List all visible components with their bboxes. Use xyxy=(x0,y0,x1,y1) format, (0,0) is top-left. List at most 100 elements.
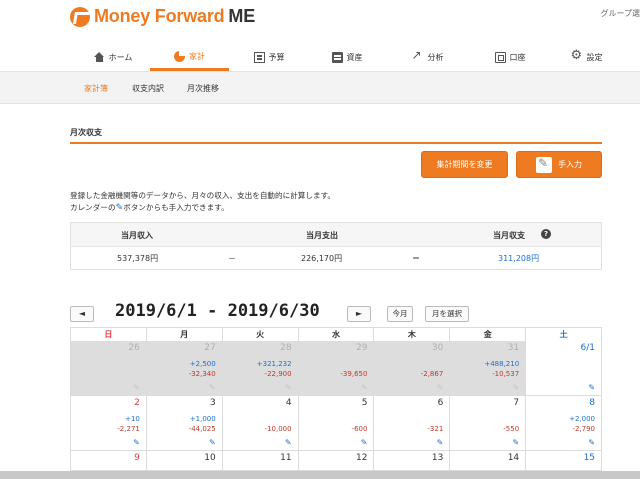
day-income: +321,232 xyxy=(256,360,292,368)
tab-settings-label: 設定 xyxy=(586,53,603,62)
day-expense: -2,867 xyxy=(420,370,444,378)
subtab-breakdown[interactable]: 収支内訳 xyxy=(132,83,164,94)
day-number: 26 xyxy=(128,343,140,353)
tab-assets[interactable]: 資産 xyxy=(312,44,382,71)
account-icon xyxy=(494,52,506,63)
day-expense: -32,340 xyxy=(188,370,216,378)
this-month-button[interactable]: 今月 xyxy=(387,306,413,322)
calendar-day-cell[interactable]: 10 xyxy=(146,451,223,471)
tab-budget[interactable]: 予算 xyxy=(234,44,304,71)
day-number: 27 xyxy=(204,343,216,353)
day-number: 28 xyxy=(280,343,292,353)
tab-accounts[interactable]: 口座 xyxy=(475,44,545,71)
group-select-link[interactable]: グループ選 xyxy=(600,8,640,19)
pie-chart-icon xyxy=(174,50,185,62)
subtab-kakeibo[interactable]: 家計簿 xyxy=(84,83,108,94)
day-number: 7 xyxy=(513,398,520,408)
calendar-day-cell[interactable]: 31 +488,210 -10,537 ✎ xyxy=(450,341,527,396)
section-divider xyxy=(70,142,602,144)
tab-home-label: ホーム xyxy=(108,53,133,62)
calendar-day-cell[interactable]: 3 +1,000 -44,025 ✎ xyxy=(146,396,223,451)
calendar-day-cell[interactable]: 11 xyxy=(222,451,299,471)
calendar-day-cell[interactable]: 12 xyxy=(298,451,375,471)
brand-logo[interactable]: Money Forward ME xyxy=(70,6,255,27)
prev-month-button[interactable]: ◄ xyxy=(70,306,94,322)
pencil-icon[interactable]: ✎ xyxy=(285,438,292,447)
calendar-day-cell[interactable]: 8 +2,000 -2,790 ✎ xyxy=(526,396,603,451)
income-label: 当月収入 xyxy=(121,231,153,240)
asset-icon xyxy=(331,52,343,63)
day-income: +2,500 xyxy=(189,360,216,368)
pencil-icon[interactable]: ✎ xyxy=(209,383,216,392)
calendar-body: 26 ✎ 27 +2,500 -32,340 ✎ 28 +321,232 -22,900 ✎ 29-… xyxy=(70,341,603,471)
pencil-icon: ✎ xyxy=(115,203,124,213)
main-nav: ホーム 家計 予算 資産 分析 口座 設定 xyxy=(0,44,640,71)
day-number: 31 xyxy=(507,343,520,353)
calendar-day-cell[interactable]: 6 -321 ✎ xyxy=(374,396,451,451)
calendar: 日 月 火 水 木 金 土 26 ✎ 27 +2,500 -32,340 ✎ 28 +321,… xyxy=(70,327,603,471)
help-icon[interactable]: ? xyxy=(541,229,551,239)
day-number: 12 xyxy=(355,453,368,463)
pencil-icon[interactable]: ✎ xyxy=(588,438,595,447)
next-month-button[interactable]: ► xyxy=(347,306,371,322)
pencil-icon[interactable]: ✎ xyxy=(437,383,444,392)
pencil-icon[interactable]: ✎ xyxy=(512,383,519,392)
expense-value: 226,170円 xyxy=(301,254,343,263)
calendar-day-cell[interactable]: 28 +321,232 -22,900 ✎ xyxy=(222,341,299,396)
pencil-icon[interactable]: ✎ xyxy=(133,438,140,447)
subtab-monthly-trend[interactable]: 月次推移 xyxy=(187,83,219,94)
day-number: 9 xyxy=(134,453,140,463)
weekday-mon: 月 xyxy=(147,328,223,341)
tab-home[interactable]: ホーム xyxy=(78,44,148,71)
calendar-day-cell[interactable]: 29 -39,650 ✎ xyxy=(298,341,375,396)
day-expense: -10,000 xyxy=(264,425,292,433)
calendar-day-cell[interactable]: 2 +10 -2,271 ✎ xyxy=(71,396,147,451)
pencil-icon[interactable]: ✎ xyxy=(512,438,519,447)
tab-budget-label: 予算 xyxy=(268,53,285,62)
calendar-day-cell[interactable]: 5 -600 ✎ xyxy=(298,396,375,451)
calendar-day-cell[interactable]: 15 xyxy=(526,451,603,471)
select-month-button[interactable]: 月を選択 xyxy=(425,306,469,322)
day-number: 2 xyxy=(134,398,140,408)
pencil-icon[interactable]: ✎ xyxy=(361,383,368,392)
day-expense: -10,537 xyxy=(492,370,520,378)
bottom-scrollbar[interactable] xyxy=(0,471,640,479)
calendar-day-cell[interactable]: 26 ✎ xyxy=(71,341,147,396)
calendar-day-cell[interactable]: 27 +2,500 -32,340 ✎ xyxy=(146,341,223,396)
budget-icon xyxy=(253,52,265,63)
pencil-icon[interactable]: ✎ xyxy=(285,383,292,392)
calendar-day-cell[interactable]: 13 xyxy=(374,451,451,471)
calendar-period-title: 2019/6/1 - 2019/6/30 xyxy=(115,301,320,321)
calendar-day-cell[interactable]: 9 xyxy=(71,451,147,471)
calendar-day-cell[interactable]: 30 -2,867 ✎ xyxy=(374,341,451,396)
day-number: 6 xyxy=(437,398,444,408)
brand-name: Money Forward ME xyxy=(94,6,256,26)
calendar-day-cell[interactable]: 6/1 ✎ xyxy=(526,341,603,396)
calendar-week-row: 2 +10 -2,271 ✎ 3 +1,000 -44,025 ✎ 4 -10,000 ✎ 5 -600… xyxy=(70,396,603,451)
change-period-button[interactable]: 集計期間を変更 xyxy=(421,151,508,178)
day-number: 6/1 xyxy=(580,343,596,353)
calendar-day-cell[interactable]: 7 -550 ✎ xyxy=(450,396,527,451)
pencil-icon[interactable]: ✎ xyxy=(133,383,140,392)
day-income: +2,000 xyxy=(569,415,596,423)
day-number: 15 xyxy=(583,453,596,463)
pencil-icon[interactable]: ✎ xyxy=(437,438,444,447)
day-expense: -39,650 xyxy=(340,370,368,378)
day-income: +488,210 xyxy=(484,360,520,368)
tab-analysis[interactable]: 分析 xyxy=(393,44,463,71)
summary-header: 当月収入 当月支出 当月収支 ? xyxy=(71,223,601,247)
day-income: +1,000 xyxy=(189,415,216,423)
sub-nav: 家計簿 収支内訳 月次推移 xyxy=(0,71,640,104)
calendar-day-cell[interactable]: 4 -10,000 ✎ xyxy=(222,396,299,451)
tab-settings[interactable]: 設定 xyxy=(554,44,620,71)
pencil-icon[interactable]: ✎ xyxy=(209,438,216,447)
gear-icon xyxy=(571,48,583,63)
manual-entry-button[interactable]: 手入力 xyxy=(516,151,602,178)
calendar-day-cell[interactable]: 14 xyxy=(450,451,527,471)
calendar-week-row: 9 10 11 12 13 14 15 xyxy=(70,451,603,471)
day-expense: -600 xyxy=(351,425,368,433)
pencil-icon[interactable]: ✎ xyxy=(588,383,595,392)
pencil-icon[interactable]: ✎ xyxy=(361,438,368,447)
weekday-fri: 金 xyxy=(450,328,527,341)
tab-household[interactable]: 家計 xyxy=(150,44,229,71)
